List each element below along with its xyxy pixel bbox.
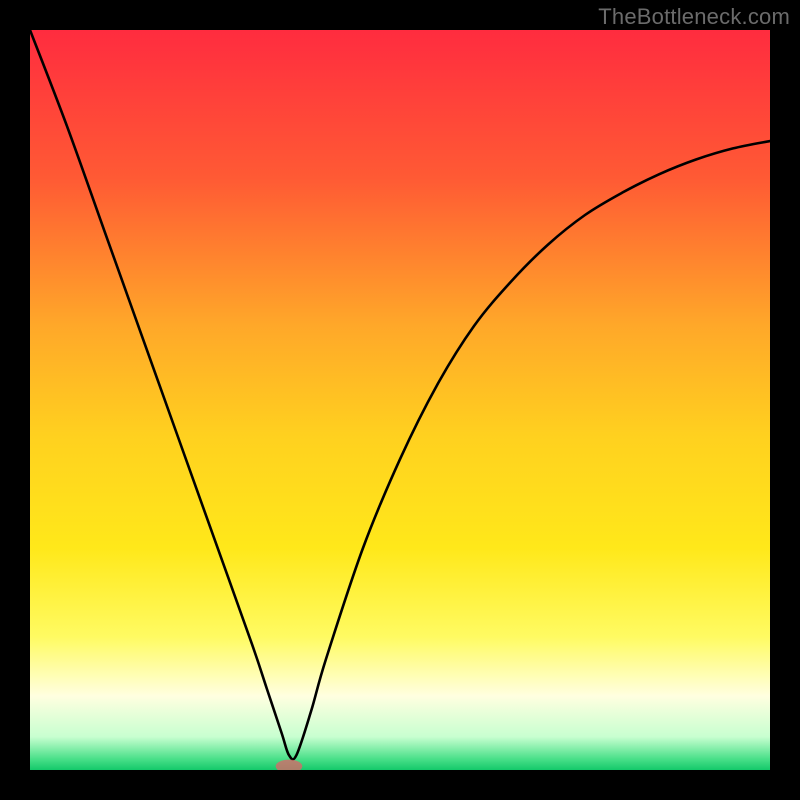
plot-area: [30, 30, 770, 770]
chart-frame: TheBottleneck.com: [0, 0, 800, 800]
gradient-background: [30, 30, 770, 770]
chart-svg: [30, 30, 770, 770]
watermark-text: TheBottleneck.com: [598, 4, 790, 30]
